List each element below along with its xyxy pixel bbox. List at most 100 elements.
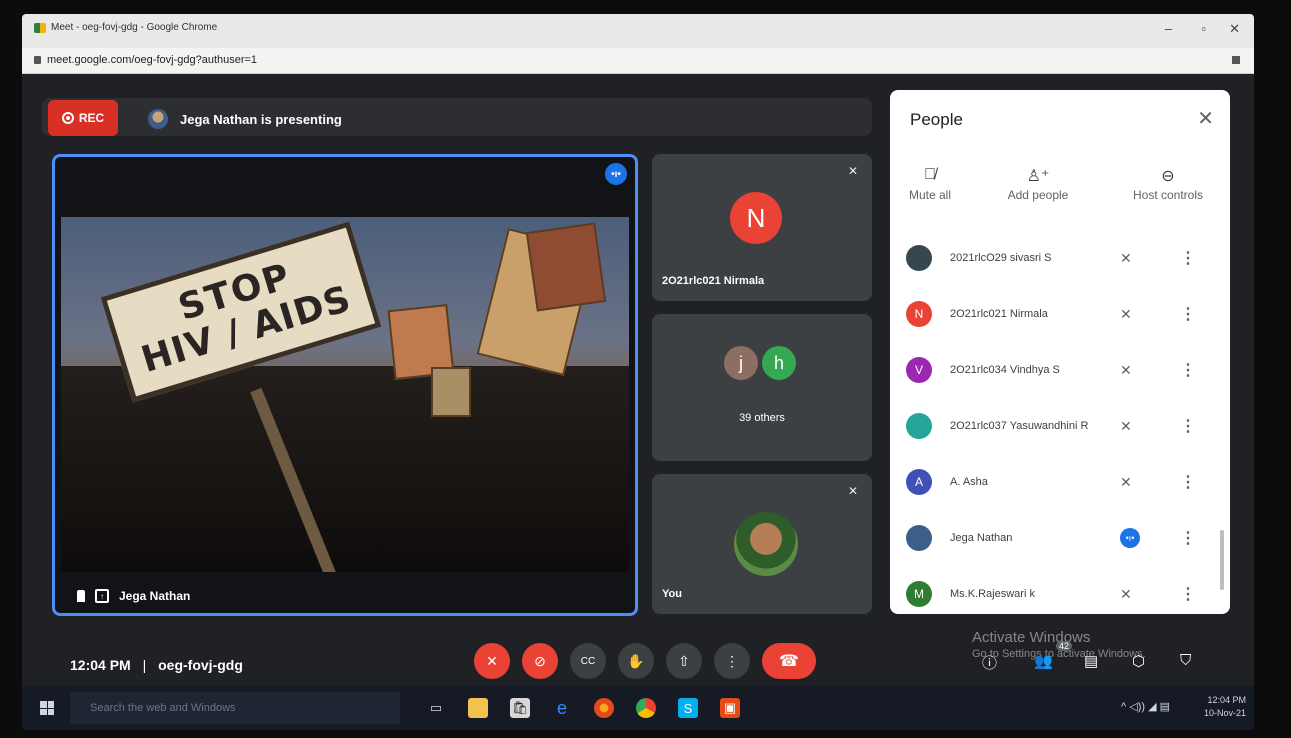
people-panel-title: People xyxy=(910,110,963,129)
activities-icon[interactable]: ⬡ xyxy=(1132,652,1145,670)
chrome-icon[interactable] xyxy=(636,698,656,718)
store-icon[interactable]: 🛍 xyxy=(510,698,530,718)
participant-row[interactable]: 2021rlcO29 sivasri S ✕ ⋮ xyxy=(890,230,1230,286)
self-tile-name: You xyxy=(662,588,682,600)
skype-icon[interactable]: S xyxy=(678,698,698,718)
people-panel: People ✕ 🎙̸ Mute all ♙⁺ Add people ⊖ Hos… xyxy=(890,90,1230,614)
pin-icon[interactable] xyxy=(77,590,85,602)
chat-icon[interactable]: ▤ xyxy=(1084,652,1098,670)
present-now-button[interactable]: ⇧ xyxy=(666,643,702,679)
task-view-icon[interactable]: ▭ xyxy=(426,698,446,718)
leave-call-button[interactable]: ☎ xyxy=(762,643,816,679)
participant-row[interactable]: Jega Nathan •ı• ⋮ xyxy=(890,510,1230,566)
participant-avatar: V xyxy=(906,357,932,383)
more-options-icon[interactable]: ⋮ xyxy=(1180,472,1196,492)
participant-avatar: N xyxy=(906,301,932,327)
participant-row[interactable]: V 2O21rlc034 Vindhya S ✕ ⋮ xyxy=(890,342,1230,398)
presenting-info: Jega Nathan is presenting xyxy=(148,109,342,129)
participant-avatar xyxy=(906,245,932,271)
more-options-icon[interactable]: ⋮ xyxy=(1180,584,1196,604)
mic-off-icon: ✕ xyxy=(1120,585,1132,602)
minimize-button[interactable]: – xyxy=(1165,21,1172,36)
lock-icon xyxy=(34,56,41,64)
host-controls-label: Host controls xyxy=(1132,188,1204,202)
participant-row[interactable]: M Ms.K.Rajeswari k ✕ ⋮ xyxy=(890,566,1230,614)
mic-off-icon: ✕ xyxy=(1120,473,1132,490)
others-count: 39 others xyxy=(739,412,785,424)
mic-off-icon: ✕ xyxy=(847,484,858,498)
tile-name: 2O21rlc021 Nirmala xyxy=(662,275,765,287)
raise-hand-button[interactable]: ✋ xyxy=(618,643,654,679)
others-avatar-h: h xyxy=(762,346,796,380)
url-text: meet.google.com/oeg-fovj-gdg?authuser=1 xyxy=(47,54,258,66)
firefox-icon[interactable] xyxy=(594,698,614,718)
more-options-icon[interactable]: ⋮ xyxy=(1180,304,1196,324)
more-options-icon[interactable]: ⋮ xyxy=(1180,360,1196,380)
camera-toggle-button[interactable]: ⊘ xyxy=(522,643,558,679)
host-controls-button[interactable]: ⊖ Host controls xyxy=(1120,166,1216,202)
participant-tile-nirmala[interactable]: ✕ N 2O21rlc021 Nirmala xyxy=(652,154,872,301)
system-tray-icons[interactable]: ^ ◁)) ◢ ▤ xyxy=(1121,700,1170,713)
main-tile-label: ↑ Jega Nathan xyxy=(77,589,190,603)
edge-icon[interactable]: e xyxy=(552,698,572,718)
taskbar-search-input[interactable]: Search the web and Windows xyxy=(70,692,400,724)
shared-screen-image: STOP HIV / AIDS xyxy=(61,217,629,572)
captions-button[interactable]: CC xyxy=(570,643,606,679)
browser-tab[interactable]: Meet - oeg-fovj-gdg - Google Chrome xyxy=(34,22,217,33)
speaking-indicator-icon: •ı• xyxy=(1120,528,1140,548)
meeting-code: oeg-fovj-gdg xyxy=(158,657,243,673)
more-options-icon[interactable]: ⋮ xyxy=(1180,528,1196,548)
meet-stage: REC Jega Nathan is presenting STOP HIV /… xyxy=(22,74,1254,686)
self-tile[interactable]: ✕ You xyxy=(652,474,872,614)
clock-time: 12:04 PM xyxy=(1207,695,1246,705)
participant-avatar xyxy=(906,413,932,439)
others-tile[interactable]: j h 39 others xyxy=(652,314,872,461)
mic-off-icon: ✕ xyxy=(1120,361,1132,378)
mic-off-icon: ✕ xyxy=(1120,249,1132,266)
more-options-icon[interactable]: ⋮ xyxy=(1180,416,1196,436)
nirmala-avatar: N xyxy=(730,192,782,244)
browser-titlebar: Meet - oeg-fovj-gdg - Google Chrome – ▫ … xyxy=(22,14,1254,48)
self-avatar xyxy=(734,512,798,576)
participant-name: A. Asha xyxy=(950,476,988,488)
address-bar[interactable]: meet.google.com/oeg-fovj-gdg?authuser=1 xyxy=(22,48,1254,74)
people-icon[interactable]: 👥 xyxy=(1034,652,1053,670)
participant-name: 2O21rlc034 Vindhya S xyxy=(950,364,1060,376)
speaking-indicator-icon: •ı• xyxy=(605,163,627,185)
mic-off-icon: ✕ xyxy=(1120,417,1132,434)
participant-name: Ms.K.Rajeswari k xyxy=(950,588,1035,600)
mute-all-label: Mute all xyxy=(908,188,952,202)
meeting-info-icon[interactable]: ⓘ xyxy=(982,652,997,673)
more-options-icon[interactable]: ⋮ xyxy=(1180,248,1196,268)
participant-row[interactable]: A A. Asha ✕ ⋮ xyxy=(890,454,1230,510)
panel-scrollbar[interactable] xyxy=(1220,530,1224,590)
extension-icon[interactable] xyxy=(1232,56,1240,64)
main-video-tile[interactable]: STOP HIV / AIDS •ı• ↑ Jega Nathan xyxy=(52,154,638,616)
participant-name: 2O21rlc021 Nirmala xyxy=(950,308,1048,320)
maximize-button[interactable]: ▫ xyxy=(1201,21,1206,36)
monitor-screen: Meet - oeg-fovj-gdg - Google Chrome – ▫ … xyxy=(22,14,1254,730)
participant-avatar: A xyxy=(906,469,932,495)
more-options-button[interactable]: ⋮ xyxy=(714,643,750,679)
main-tile-name: Jega Nathan xyxy=(119,589,191,603)
taskbar-clock[interactable]: 12:04 PM 10-Nov-21 xyxy=(1204,694,1246,720)
recording-badge[interactable]: REC xyxy=(48,100,118,136)
participant-row[interactable]: N 2O21rlc021 Nirmala ✕ ⋮ xyxy=(890,286,1230,342)
close-window-button[interactable]: ✕ xyxy=(1229,21,1240,37)
mute-all-button[interactable]: 🎙̸ Mute all xyxy=(900,166,960,202)
meeting-controls: 12:04 PM | oeg-fovj-gdg ✕ ⊘ CC ✋ ⇧ ⋮ ☎ A… xyxy=(22,619,1254,686)
close-panel-button[interactable]: ✕ xyxy=(1197,106,1214,131)
participant-avatar: M xyxy=(906,581,932,607)
add-people-button[interactable]: ♙⁺ Add people xyxy=(998,166,1078,202)
powerpoint-icon[interactable]: ▣ xyxy=(720,698,740,718)
microphone-toggle-button[interactable]: ✕ xyxy=(474,643,510,679)
participant-row[interactable]: 2O21rlc037 Yasuwandhini R ✕ ⋮ xyxy=(890,398,1230,454)
host-safety-icon[interactable]: ⛉ xyxy=(1180,652,1191,669)
mic-off-icon: ✕ xyxy=(847,164,858,178)
mic-off-icon: 🎙̸ xyxy=(924,166,936,183)
start-button[interactable] xyxy=(40,701,54,715)
participant-avatar xyxy=(906,525,932,551)
file-explorer-icon[interactable] xyxy=(468,698,488,718)
participant-name: Jega Nathan xyxy=(950,532,1013,544)
others-avatar-j: j xyxy=(724,346,758,380)
